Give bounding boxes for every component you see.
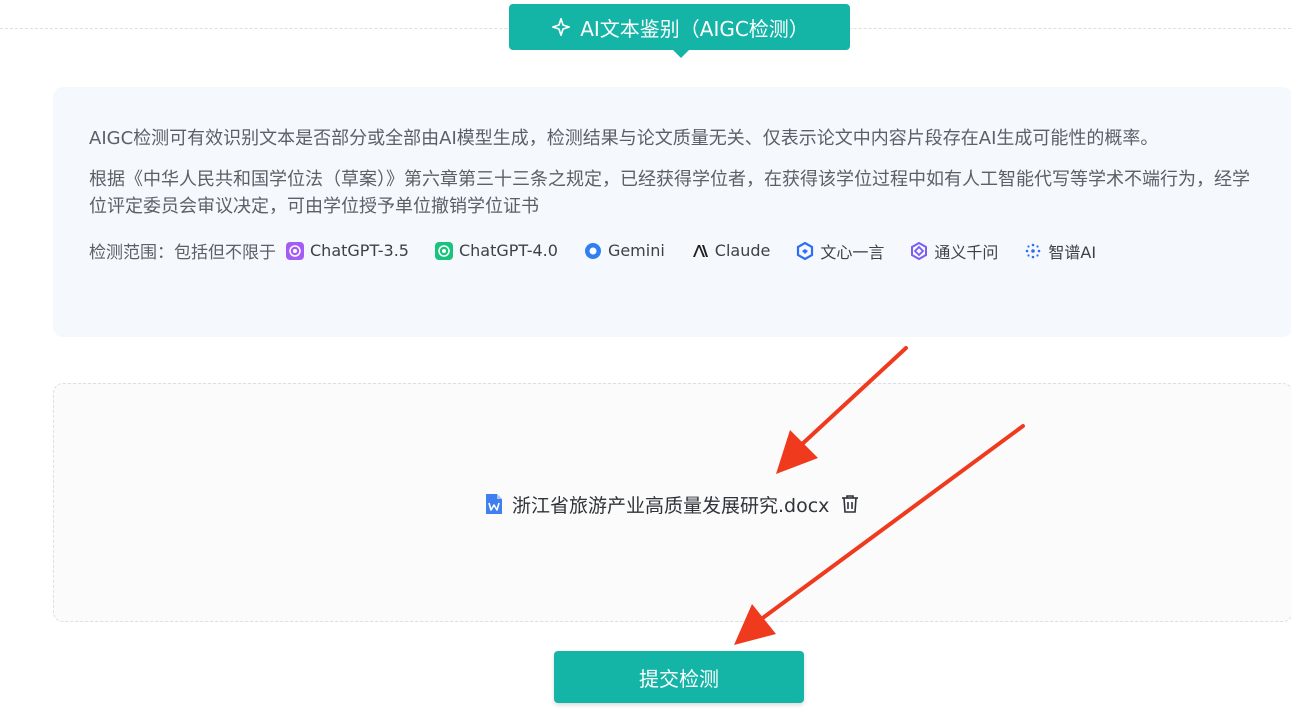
model-chatgpt-40: ChatGPT-4.0 bbox=[434, 241, 558, 260]
claude-icon bbox=[691, 242, 709, 260]
word-file-icon bbox=[484, 493, 504, 515]
info-panel: AIGC检测可有效识别文本是否部分或全部由AI模型生成，检测结果与论文质量无关、… bbox=[53, 87, 1291, 337]
wenxin-icon bbox=[796, 241, 814, 260]
zhipu-icon bbox=[1024, 242, 1042, 260]
uploaded-file: 浙江省旅游产业高质量发展研究.docx bbox=[484, 490, 861, 518]
sparkle-icon bbox=[550, 16, 572, 38]
scope-row: 检测范围：包括但不限于 ChatGPT-3.5 ChatGPT-4.0 Gemi… bbox=[89, 238, 1263, 263]
model-name: ChatGPT-4.0 bbox=[458, 241, 558, 260]
chatgpt-icon bbox=[286, 241, 304, 260]
tongyi-icon bbox=[910, 241, 928, 260]
model-chatgpt-35: ChatGPT-3.5 bbox=[286, 241, 409, 260]
info-paragraph-2: 根据《中华人民共和国学位法（草案）》第六章第三十三条之规定，已经获得学位者，在获… bbox=[89, 169, 1250, 217]
model-name: Claude bbox=[714, 241, 771, 260]
aigc-tab[interactable]: AI文本鉴别（AIGC检测） bbox=[509, 4, 850, 58]
model-wenxin: 文心一言 bbox=[796, 239, 884, 263]
model-tongyi: 通义千问 bbox=[910, 239, 998, 263]
trash-icon[interactable] bbox=[839, 493, 861, 515]
gemini-icon bbox=[584, 242, 602, 260]
chatgpt-icon bbox=[434, 241, 453, 260]
model-name: 文心一言 bbox=[820, 242, 885, 262]
model-zhipu: 智谱AI bbox=[1024, 239, 1096, 263]
model-gemini: Gemini bbox=[584, 241, 665, 260]
model-name: 通义千问 bbox=[934, 242, 999, 262]
file-name: 浙江省旅游产业高质量发展研究.docx bbox=[512, 494, 830, 517]
model-name: 智谱AI bbox=[1048, 242, 1097, 262]
model-name: ChatGPT-3.5 bbox=[310, 241, 409, 260]
model-name: Gemini bbox=[607, 241, 665, 260]
info-paragraph-1: AIGC检测可有效识别文本是否部分或全部由AI模型生成，检测结果与论文质量无关、… bbox=[89, 128, 1159, 149]
model-claude: Claude bbox=[691, 241, 771, 260]
submit-detection-button[interactable]: 提交检测 bbox=[554, 651, 804, 703]
tab-title: AI文本鉴别（AIGC检测） bbox=[580, 16, 809, 41]
scope-label: 检测范围：包括但不限于 bbox=[89, 243, 276, 263]
